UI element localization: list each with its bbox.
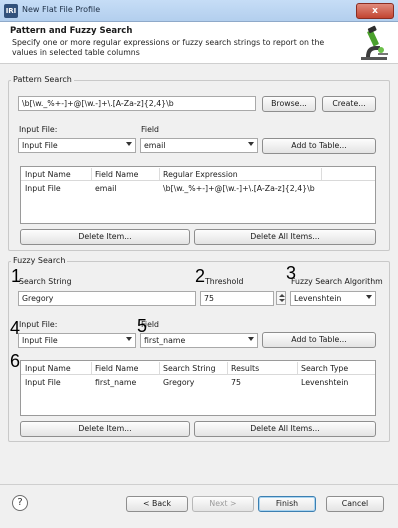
fuzzy-search-label: Fuzzy Search [11, 256, 68, 265]
fuzzy-row-field-name: first_name [95, 378, 137, 387]
table-row[interactable]: Input File email \b[\w._%+-]+@[\w.-]+\.[… [21, 182, 375, 196]
search-string-input[interactable]: Gregory [18, 291, 196, 306]
fuzzy-table[interactable]: Input Name Field Name Search String Resu… [20, 360, 376, 416]
fuzzy-col-results[interactable]: Results [231, 364, 259, 373]
algorithm-select[interactable]: Levenshtein [290, 291, 376, 306]
algorithm-value: Levenshtein [294, 294, 342, 303]
fuzzy-row-search-type: Levenshtein [301, 378, 349, 387]
annotation-2: 2 [195, 266, 206, 286]
fuzzy-row-input-name: Input File [25, 378, 61, 387]
cancel-button[interactable]: Cancel [326, 496, 384, 512]
fuzzy-delete-all-button[interactable]: Delete All Items... [194, 421, 376, 437]
pattern-input-file-label: Input File: [19, 125, 58, 134]
pattern-row-input-name: Input File [25, 184, 61, 193]
page-title: Pattern and Fuzzy Search [10, 26, 133, 36]
pattern-input[interactable]: \b[\w._%+-]+@[\w.-]+\.[A-Za-z]{2,4}\b [18, 96, 256, 111]
pattern-add-to-table-button[interactable]: Add to Table... [262, 138, 376, 154]
app-icon: IRI [4, 4, 18, 18]
annotation-6: 6 [10, 351, 21, 371]
pattern-table-header: Input Name Field Name Regular Expression [21, 167, 375, 181]
close-button[interactable]: x [356, 3, 394, 19]
browse-button[interactable]: Browse... [262, 96, 316, 112]
fuzzy-delete-item-button[interactable]: Delete Item... [20, 421, 190, 437]
threshold-label: Threshold [205, 277, 244, 286]
pattern-delete-all-button[interactable]: Delete All Items... [194, 229, 376, 245]
pattern-table[interactable]: Input Name Field Name Regular Expression… [20, 166, 376, 224]
pattern-field-label: Field [141, 125, 159, 134]
pattern-row-field-name: email [95, 184, 117, 193]
create-button[interactable]: Create... [322, 96, 376, 112]
finish-button[interactable]: Finish [258, 496, 316, 512]
help-icon[interactable]: ? [12, 495, 28, 511]
chevron-down-icon [248, 337, 254, 341]
fuzzy-input-file-select[interactable]: Input File [18, 333, 136, 348]
fuzzy-field-select[interactable]: first_name [140, 333, 258, 348]
fuzzy-row-search-string: Gregory [163, 378, 195, 387]
pattern-col-field-name[interactable]: Field Name [95, 170, 138, 179]
annotation-3: 3 [286, 263, 297, 283]
wizard-banner: Pattern and Fuzzy Search Specify one or … [0, 22, 398, 64]
annotation-4: 4 [10, 318, 21, 338]
annotation-1: 1 [11, 266, 22, 286]
next-button[interactable]: Next > [192, 496, 254, 512]
fuzzy-col-input-name[interactable]: Input Name [25, 364, 71, 373]
fuzzy-table-header: Input Name Field Name Search String Resu… [21, 361, 375, 375]
page-description: Specify one or more regular expressions … [12, 38, 325, 57]
pattern-col-regex[interactable]: Regular Expression [163, 170, 238, 179]
fuzzy-add-to-table-button[interactable]: Add to Table... [262, 332, 376, 348]
pattern-delete-item-button[interactable]: Delete Item... [20, 229, 190, 245]
window-title: New Flat File Profile [22, 5, 101, 14]
fuzzy-row-results: 75 [231, 378, 241, 387]
fuzzy-input-file-value: Input File [22, 336, 58, 345]
threshold-input[interactable]: 75 [200, 291, 274, 306]
chevron-down-icon [248, 142, 254, 146]
chevron-down-icon [126, 142, 132, 146]
back-button[interactable]: < Back [126, 496, 188, 512]
threshold-spinner[interactable] [276, 291, 286, 305]
microscope-icon [361, 25, 388, 60]
annotation-5: 5 [137, 316, 148, 336]
spinner-up-icon[interactable] [279, 294, 285, 297]
spinner-down-icon[interactable] [279, 299, 285, 302]
footer-divider [0, 484, 398, 485]
fuzzy-field-value: first_name [144, 336, 186, 345]
pattern-input-file-value: Input File [22, 141, 58, 150]
pattern-input-file-select[interactable]: Input File [18, 138, 136, 153]
pattern-field-select[interactable]: email [140, 138, 258, 153]
fuzzy-input-file-label: Input File: [19, 320, 58, 329]
fuzzy-col-search-string[interactable]: Search String [163, 364, 216, 373]
pattern-field-value: email [144, 141, 166, 150]
fuzzy-col-field-name[interactable]: Field Name [95, 364, 138, 373]
algorithm-label: Fuzzy Search Algorithm [291, 277, 383, 286]
pattern-search-label: Pattern Search [11, 75, 74, 84]
chevron-down-icon [366, 295, 372, 299]
pattern-col-input-name[interactable]: Input Name [25, 170, 71, 179]
search-string-label: Search String [19, 277, 72, 286]
pattern-row-regex: \b[\w._%+-]+@[\w.-]+\.[A-Za-z]{2,4}\b [163, 184, 315, 193]
title-bar: IRI New Flat File Profile x [0, 0, 398, 22]
fuzzy-col-search-type[interactable]: Search Type [301, 364, 348, 373]
table-row[interactable]: Input File first_name Gregory 75 Levensh… [21, 376, 375, 390]
chevron-down-icon [126, 337, 132, 341]
